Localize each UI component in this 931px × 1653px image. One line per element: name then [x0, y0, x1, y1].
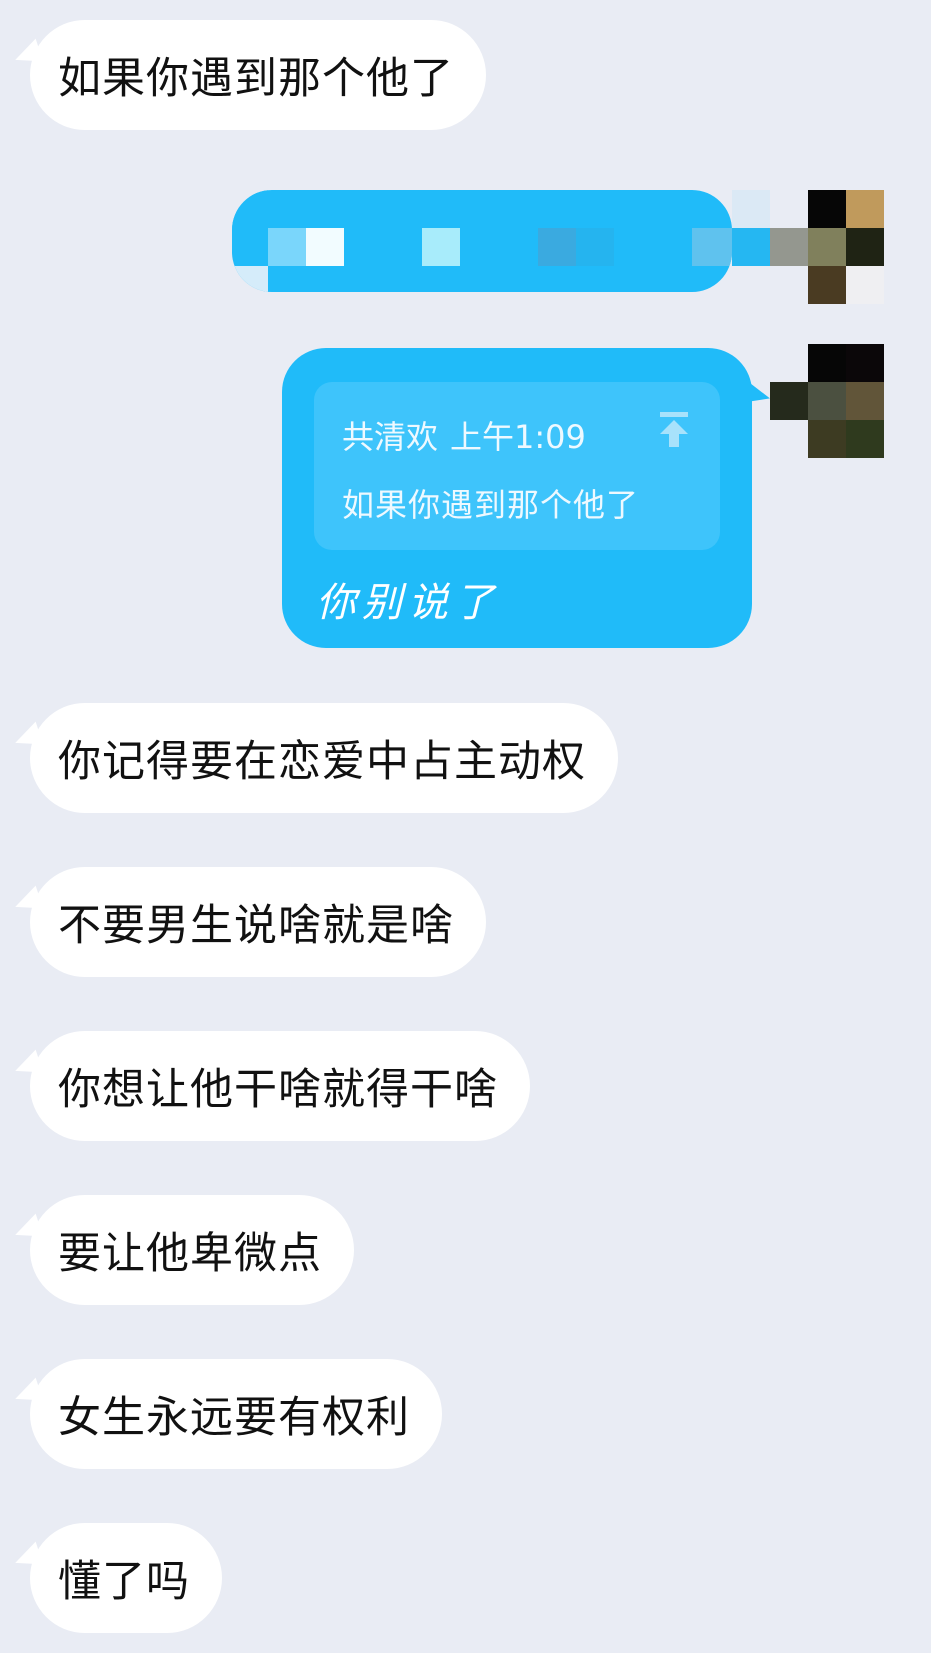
message-text: 不要男生说啥就是啥 [58, 901, 454, 951]
redaction-pixel [732, 190, 770, 228]
redaction-pixel [232, 190, 268, 230]
message-text: 你记得要在恋爱中占主动权 [58, 737, 586, 787]
incoming-message[interactable]: 懂了吗 [10, 1523, 222, 1633]
quote-sender: 共清欢 [342, 418, 439, 456]
bubble-tail [10, 38, 44, 70]
redaction-pixel [770, 228, 808, 266]
quote-text: 如果你遇到那个他了 [342, 486, 640, 524]
avatar-pixel [808, 420, 846, 458]
avatar-pixel [808, 266, 846, 304]
sender-avatar[interactable] [808, 344, 884, 458]
avatar-pixel [846, 228, 884, 266]
bubble-tail [10, 721, 44, 753]
bubble-tail [10, 885, 44, 917]
quote-header: 共清欢 上午1:09 [342, 412, 586, 458]
avatar-pixel [846, 344, 884, 382]
message-text: 女生永远要有权利 [58, 1393, 410, 1443]
redaction-pixel [232, 266, 268, 292]
quote-time: 上午1:09 [450, 418, 586, 456]
avatar-pixel [846, 420, 884, 458]
incoming-message[interactable]: 你想让他干啥就得干啥 [10, 1031, 530, 1141]
redaction-pixel [576, 228, 614, 266]
incoming-message[interactable]: 如果你遇到那个他了 [10, 20, 486, 130]
bubble-tail [10, 1049, 44, 1081]
incoming-message[interactable]: 你记得要在恋爱中占主动权 [10, 703, 618, 813]
redaction-pixel [306, 228, 344, 266]
redaction-pixel [770, 382, 808, 420]
sender-avatar[interactable] [808, 190, 884, 304]
quoted-message[interactable]: 共清欢 上午1:09 如果你遇到那个他了 [314, 382, 720, 550]
avatar-pixel [808, 228, 846, 266]
bubble-tail [10, 1541, 44, 1573]
bubble-tail [10, 1377, 44, 1409]
reply-text: 你别说了 [316, 580, 500, 626]
pin-to-top-icon[interactable] [656, 410, 692, 450]
avatar-pixel [808, 344, 846, 382]
redaction-pixel [268, 228, 306, 266]
message-text: 懂了吗 [58, 1557, 190, 1607]
redaction-pixel [422, 228, 460, 266]
avatar-pixel [808, 190, 846, 228]
bubble-tail [738, 380, 774, 412]
outgoing-reply-message[interactable]: 共清欢 上午1:09 如果你遇到那个他了 你别说了 [282, 348, 774, 648]
incoming-message[interactable]: 不要男生说啥就是啥 [10, 867, 486, 977]
redaction-pixel [538, 228, 576, 266]
message-text: 要让他卑微点 [58, 1229, 322, 1279]
avatar-pixel [808, 382, 846, 420]
redaction-pixel [732, 228, 770, 266]
message-text: 如果你遇到那个他了 [58, 54, 454, 104]
incoming-message[interactable]: 女生永远要有权利 [10, 1359, 442, 1469]
incoming-message[interactable]: 要让他卑微点 [10, 1195, 354, 1305]
redacted-outgoing-message[interactable] [232, 190, 732, 292]
avatar-pixel [846, 382, 884, 420]
redaction-pixel [692, 228, 732, 266]
message-text: 你想让他干啥就得干啥 [58, 1065, 498, 1115]
avatar-pixel [846, 266, 884, 304]
bubble-tail [10, 1213, 44, 1245]
avatar-pixel [846, 190, 884, 228]
